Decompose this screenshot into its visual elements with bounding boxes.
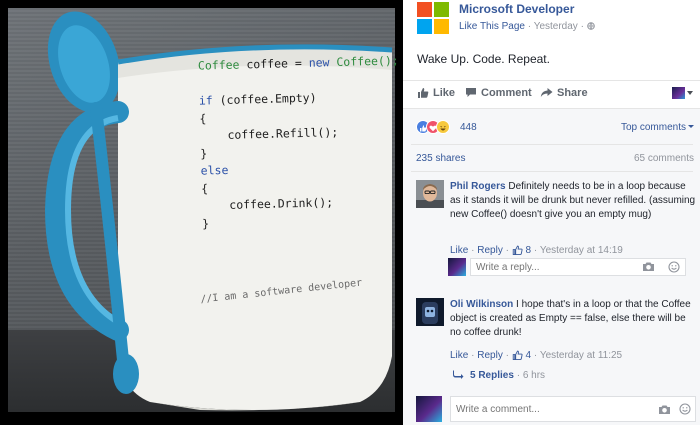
code-token: { [199, 110, 207, 126]
reply-box [448, 258, 686, 276]
logo-square-blue [417, 19, 432, 34]
thumbs-up-outline-icon[interactable] [512, 245, 523, 255]
code-token: { [200, 180, 209, 196]
meta-separator: · [533, 245, 538, 256]
shares-count[interactable]: 235 shares [416, 153, 465, 164]
comment-button-label: Comment [481, 87, 532, 99]
code-token: coffee.Drink(); [201, 195, 334, 213]
thumbs-up-outline-icon[interactable] [512, 350, 523, 360]
top-comments-dropdown[interactable]: Top comments [621, 122, 694, 133]
post-as-avatar [672, 87, 685, 99]
meta-separator: · [533, 350, 538, 361]
commenter-avatar-phil[interactable] [416, 180, 444, 208]
like-button[interactable]: Like [417, 87, 455, 99]
chevron-down-icon [687, 91, 693, 95]
share-button[interactable]: Share [540, 87, 588, 99]
emoji-icon[interactable] [668, 261, 680, 273]
stats-divider [411, 144, 693, 145]
like-page-link[interactable]: Like This Page [459, 21, 525, 32]
page-logo[interactable] [417, 2, 449, 34]
logo-square-green [434, 2, 449, 17]
code-token: } [201, 215, 210, 231]
comment-icon [466, 88, 476, 97]
post-timestamp[interactable]: Yesterday [534, 21, 578, 32]
code-token: coffee [246, 56, 289, 72]
code-token: if [198, 93, 220, 108]
facebook-post-panel: Microsoft Developer Like This Page · Yes… [403, 0, 700, 425]
comment-like-count[interactable]: 8 [526, 245, 532, 256]
meta-separator: · [516, 370, 521, 381]
meta-separator: · [505, 245, 509, 256]
code-token: new [308, 55, 337, 70]
comment-button[interactable]: Comment [465, 87, 532, 99]
comment-composer [416, 396, 696, 422]
code-token: else [200, 162, 229, 178]
comment-text: Oli Wilkinson I hope that's in a loop or… [450, 298, 696, 340]
page-name-link[interactable]: Microsoft Developer [459, 2, 574, 16]
code-token: } [200, 145, 208, 161]
reaction-count[interactable]: 448 [460, 122, 477, 133]
meta-separator: · [471, 245, 475, 256]
thumbs-up-icon [418, 88, 429, 98]
comment-author[interactable]: Oli Wilkinson [450, 299, 513, 310]
reply-arrow-icon [453, 370, 464, 379]
globe-icon [586, 22, 595, 30]
code-token: coffee.Refill(); [199, 125, 339, 143]
comments-count[interactable]: 65 comments [634, 153, 694, 164]
meta-separator: · [527, 21, 532, 32]
code-token: = [287, 55, 309, 71]
haha-reaction-icon [436, 120, 450, 134]
camera-icon[interactable] [658, 404, 671, 415]
logo-square-red [417, 2, 432, 17]
code-token: Coffee(); [336, 53, 399, 70]
replies-time: 6 hrs [522, 370, 546, 381]
top-comments-label: Top comments [620, 122, 686, 133]
comment-author[interactable]: Phil Rogers [450, 181, 506, 192]
code-token: Coffee [197, 57, 247, 73]
code-token: (coffee.Empty) [219, 90, 317, 108]
post-as-selector[interactable] [672, 85, 694, 101]
post-actions-bar: Like Comment Share [403, 80, 700, 106]
meta-separator-2: · [580, 21, 584, 32]
comments-section: 448 Top comments 235 shares 65 comments … [403, 108, 700, 425]
comment-time[interactable]: Yesterday at 14:19 [540, 245, 623, 256]
replies-label: 5 Replies [470, 370, 514, 381]
share-button-label: Share [557, 87, 588, 99]
comment-meta: Like · Reply · 4 · Yesterday at 11:25 [450, 350, 622, 361]
view-replies-link[interactable]: 5 Replies · 6 hrs [453, 370, 545, 381]
comment-meta: Like · Reply · 8 · Yesterday at 14:19 [450, 245, 623, 256]
comments-divider [411, 171, 693, 172]
comment-time[interactable]: Yesterday at 11:25 [540, 350, 622, 361]
comment-like-link[interactable]: Like [450, 350, 468, 361]
comment-reply-link[interactable]: Reply [477, 245, 503, 256]
comment-like-count[interactable]: 4 [526, 350, 532, 361]
share-arrow-icon [540, 88, 553, 97]
composer-avatar [416, 396, 442, 422]
logo-square-yellow [434, 19, 449, 34]
reply-avatar [448, 258, 466, 276]
chevron-down-icon [688, 125, 694, 128]
like-button-label: Like [433, 87, 456, 99]
commenter-avatar-oli[interactable] [416, 298, 444, 326]
comment-like-link[interactable]: Like [450, 245, 468, 256]
post-meta: Like This Page · Yesterday · [459, 21, 595, 32]
meta-separator: · [471, 350, 475, 361]
post-photo[interactable]: Coffee coffee = new Coffee(); if (coffee.… [0, 0, 403, 425]
meta-separator: · [505, 350, 509, 361]
comment-reply-link[interactable]: Reply [477, 350, 503, 361]
camera-icon[interactable] [642, 261, 655, 272]
comment-text: Phil Rogers Definitely needs to be in a … [450, 180, 696, 222]
emoji-icon[interactable] [679, 403, 691, 415]
post-text: Wake Up. Code. Repeat. [417, 52, 550, 66]
mug-code: Coffee coffee = new Coffee(); if (coffee.… [198, 52, 403, 232]
